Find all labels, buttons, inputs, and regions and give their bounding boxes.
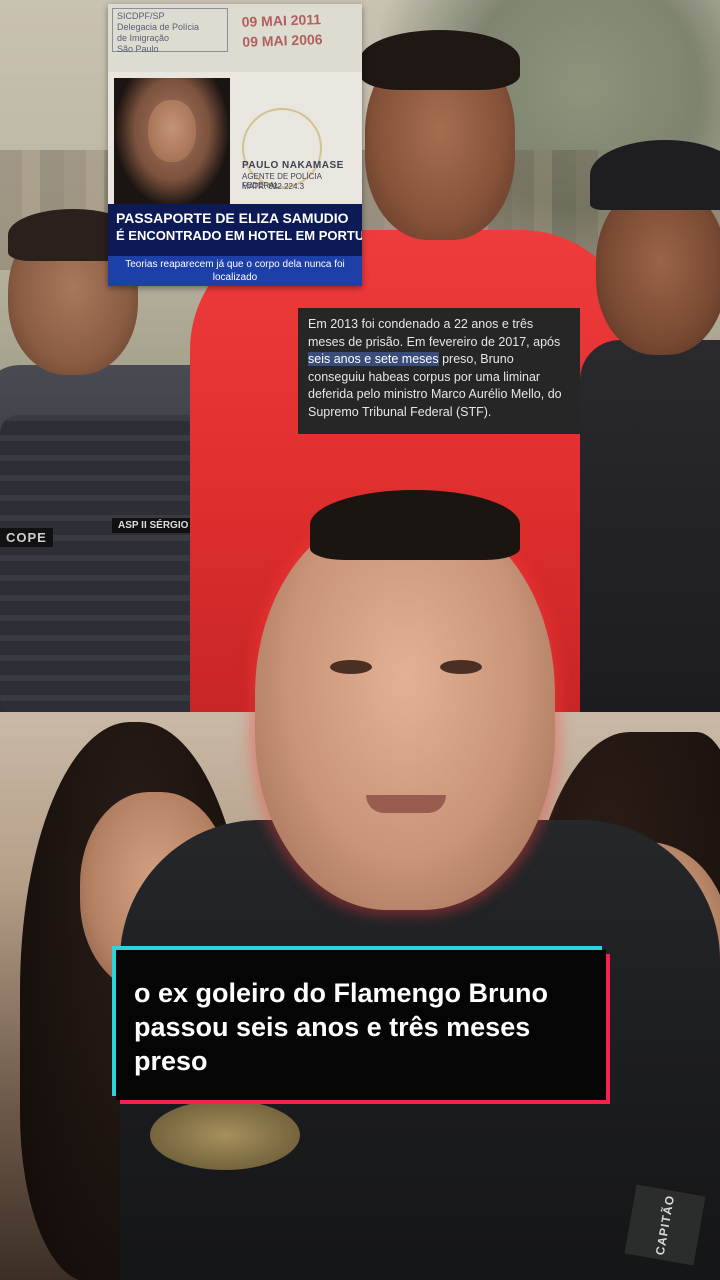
subheadline: Teorias reaparecem já que o corpo dela n…	[108, 256, 362, 286]
date-stamp: 09 MAI 2011 09 MAI 2006	[241, 11, 323, 50]
agent-signature-area: PAULO NAKAMASE AGENTE DE POLÍCIA FEDERAL…	[232, 78, 358, 208]
immigration-stamp: SICDPF/SP Delegacia de Polícia de Imigra…	[112, 8, 228, 54]
news-text-before: Em 2013 foi condenado a 22 anos e três m…	[308, 317, 561, 349]
agent-matricula: MATR. 022.224.3	[242, 182, 305, 191]
headline-banner: PASSAPORTE DE ELIZA SAMUDIO É ENCONTRADO…	[108, 204, 362, 256]
caption-text: o ex goleiro do Flamengo Bruno passou se…	[116, 950, 606, 1100]
news-text-box: Em 2013 foi condenado a 22 anos e três m…	[298, 308, 580, 434]
uniform-rank-tag: CAPITÃO	[624, 1184, 706, 1266]
caption: o ex goleiro do Flamengo Bruno passou se…	[112, 946, 610, 1104]
news-text-highlight: seis anos e sete meses	[308, 352, 439, 366]
headline-line-1: PASSAPORTE DE ELIZA SAMUDIO	[116, 210, 349, 226]
passport-photo	[114, 78, 230, 208]
officer-unit-tag: COPE	[0, 528, 53, 547]
headline-line-2: É ENCONTRADO EM HOTEL EM PORTUGAL	[116, 228, 362, 243]
presenter	[120, 490, 720, 1280]
passport-news-card: SICDPF/SP Delegacia de Polícia de Imigra…	[108, 4, 362, 286]
agent-name: PAULO NAKAMASE	[242, 160, 344, 171]
badge-patch-icon	[150, 1100, 300, 1170]
